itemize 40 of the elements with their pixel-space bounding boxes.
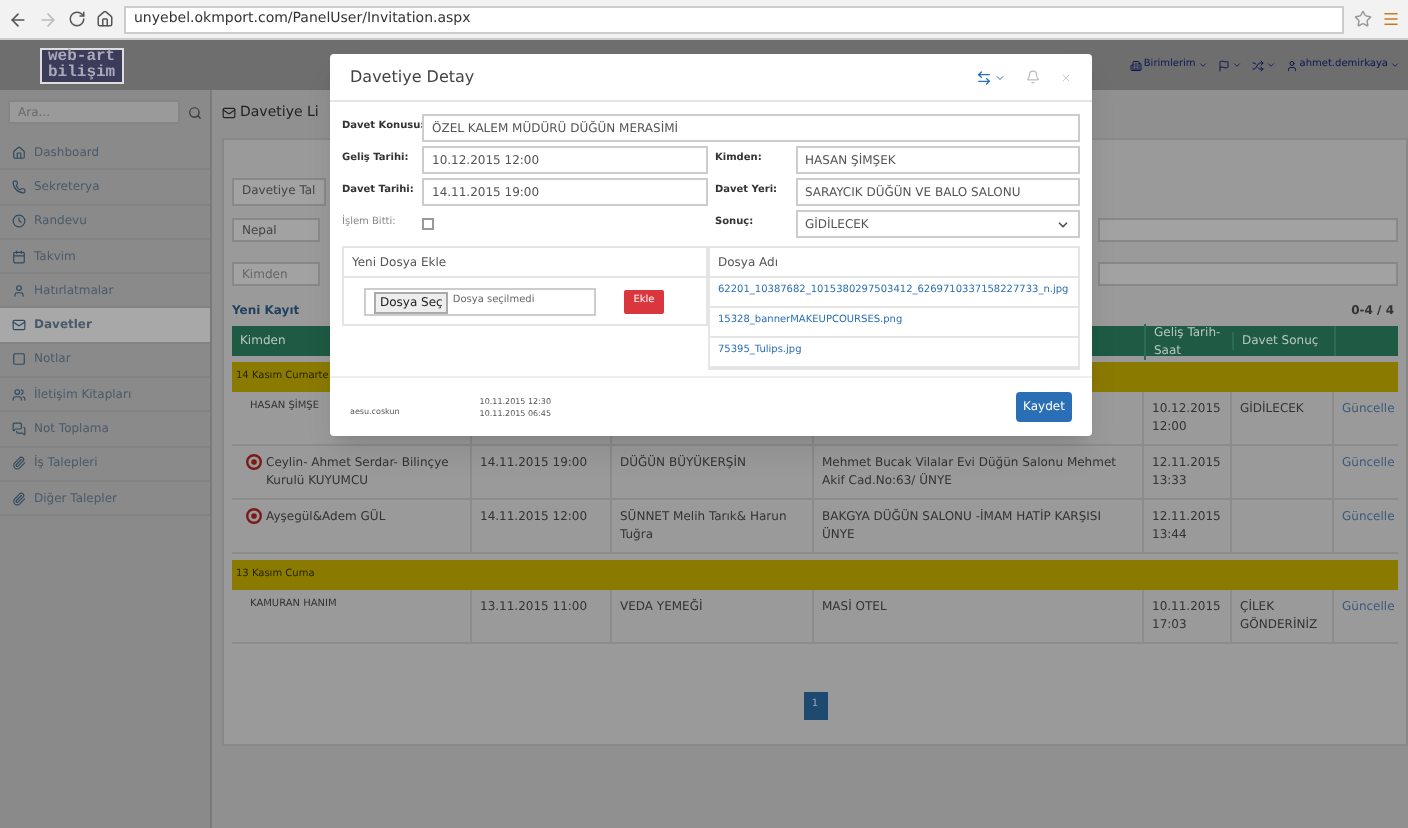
menu-icon[interactable]: [1382, 10, 1400, 28]
square-icon: [12, 352, 26, 367]
filter-field[interactable]: [1098, 218, 1398, 242]
clock-icon: [12, 214, 26, 229]
users-icon: [12, 387, 26, 402]
caret-icon: [1390, 60, 1400, 70]
user-icon: [1285, 59, 1298, 71]
bookmark-icon[interactable]: [1354, 10, 1372, 28]
envelope-icon: [222, 105, 236, 119]
calendar-icon: [12, 249, 26, 264]
caret-icon: [994, 71, 1006, 83]
shuffle-icon: [1251, 59, 1264, 71]
paperclip-icon: [12, 456, 26, 471]
navbar-menu[interactable]: [1251, 59, 1276, 71]
flag-icon: [1217, 59, 1230, 71]
filter-field[interactable]: [1098, 262, 1398, 286]
chat-icon: [12, 422, 26, 437]
paperclip-icon: [12, 491, 26, 506]
caret-icon: [1265, 60, 1276, 70]
navbar-menu[interactable]: [1217, 59, 1242, 71]
close-icon[interactable]: [1060, 71, 1072, 83]
checkbox[interactable]: [422, 218, 434, 230]
modal-title: Davetiye Detay: [350, 65, 475, 89]
arrows-icon: [976, 69, 992, 85]
caret-icon: [1056, 217, 1070, 231]
reload-icon[interactable]: [68, 10, 86, 28]
logo: web-art bilişim: [40, 47, 124, 83]
building-icon: [1129, 59, 1142, 71]
home-icon: [12, 145, 26, 160]
caret-icon: [1197, 60, 1208, 70]
back-icon[interactable]: [8, 9, 28, 29]
forward-icon[interactable]: [38, 9, 58, 29]
toggle-menu[interactable]: [976, 69, 1006, 85]
envelope-icon: [12, 318, 26, 333]
bell-icon[interactable]: [1026, 70, 1040, 84]
caret-icon: [1231, 60, 1242, 70]
search-icon[interactable]: [188, 105, 202, 119]
phone-icon: [12, 179, 26, 194]
user-icon: [12, 283, 26, 298]
home-icon[interactable]: [96, 10, 114, 28]
